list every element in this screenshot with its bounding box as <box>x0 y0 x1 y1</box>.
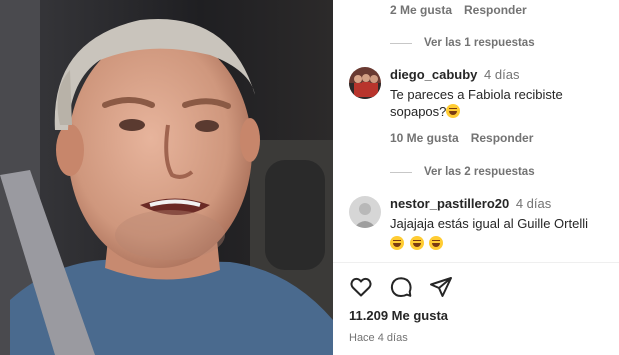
comment-text-content: Te pareces a Fabiola recibiste sopapos? <box>390 87 563 119</box>
comment-username[interactable]: diego_cabuby <box>390 67 477 82</box>
view-replies-label: Ver las 1 respuestas <box>424 37 535 49</box>
replies-divider-line <box>390 171 412 173</box>
comment-meta-row: 2 Me gusta Responder <box>390 3 527 17</box>
comment-icon[interactable] <box>389 275 413 299</box>
grinning-sweat-emoji-icon <box>446 104 461 118</box>
comment-likes-count[interactable]: 2 Me gusta <box>390 3 452 17</box>
post-video-frame <box>0 0 333 355</box>
comment-text: Te pareces a Fabiola recibiste sopapos? <box>390 86 614 120</box>
emoji-row <box>390 235 614 252</box>
post-video[interactable] <box>0 0 333 355</box>
comment-time: 4 días <box>484 67 520 82</box>
comment-text-content: Jajajaja estás igual al Guille Ortelli <box>390 216 588 231</box>
comment-username[interactable]: nestor_pastillero20 <box>390 196 509 211</box>
grinning-sweat-emoji-icon <box>429 236 444 250</box>
comment-text: Jajajaja estás igual al Guille Ortelli <box>390 215 614 252</box>
post-timestamp: Hace 4 días <box>349 332 408 344</box>
avatar[interactable] <box>349 196 381 228</box>
grinning-sweat-emoji-icon <box>409 236 424 250</box>
comment-time: 4 días <box>515 196 552 211</box>
grinning-sweat-emoji-icon <box>390 236 404 250</box>
view-replies-button[interactable]: Ver las 1 respuestas <box>390 37 535 49</box>
post-likes-count[interactable]: 11.209 Me gusta <box>349 308 448 323</box>
comment-meta-row: 10 Me gusta Responder <box>390 131 533 145</box>
comment-likes-count[interactable]: 10 Me gusta <box>390 131 459 145</box>
reply-button[interactable]: Responder <box>464 3 527 17</box>
divider <box>333 262 619 263</box>
reply-button[interactable]: Responder <box>471 131 534 145</box>
post-actions <box>349 275 453 299</box>
share-icon[interactable] <box>429 275 453 299</box>
view-replies-button[interactable]: Ver las 2 respuestas <box>390 166 535 178</box>
replies-divider-line <box>390 42 412 44</box>
heart-icon[interactable] <box>349 275 373 299</box>
comments-panel: 2 Me gusta Responder Ver las 1 respuesta… <box>333 0 619 355</box>
view-replies-label: Ver las 2 respuestas <box>424 166 535 178</box>
avatar[interactable] <box>349 67 381 99</box>
